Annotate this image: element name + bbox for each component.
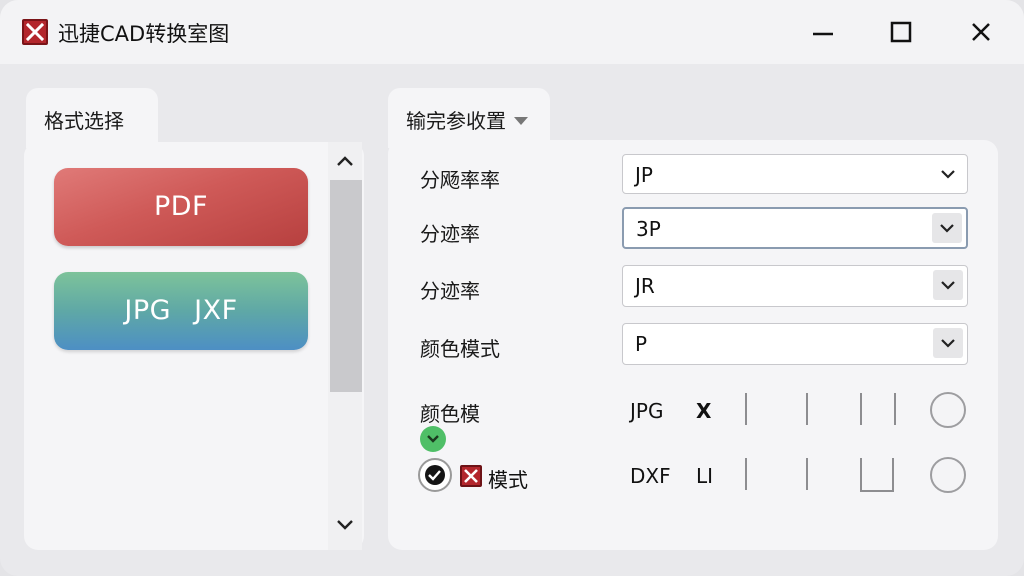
option-2-label: 模式 [488,468,528,492]
caret-down-icon [514,117,528,125]
chevron-down-icon [932,213,962,243]
chevron-up-icon [337,156,353,166]
format-jpg-jxf-button[interactable]: JPG JXF [54,272,308,350]
check-icon [428,470,441,481]
field-label-3: 分迹率 [420,279,480,303]
expand-options-button[interactable] [420,426,446,452]
divider [894,393,896,425]
divider [745,458,747,490]
format-pdf-button[interactable]: PDF [54,168,308,246]
field-select-3[interactable]: JR [622,265,968,307]
chevron-down-icon [933,270,963,300]
divider [860,393,862,425]
app-window: 迅捷CAD转换室图 格式选择 PDF JPG JXF 输完参收置 分飏率率 JP… [0,0,1024,576]
scroll-down-button[interactable] [333,514,357,536]
close-icon [972,23,990,41]
option-2-format: DXF [630,464,671,488]
option-1-radio[interactable] [930,392,966,428]
chevron-down-icon [933,328,963,358]
chevron-down-icon [337,520,353,530]
field-select-1[interactable]: JP [622,154,968,194]
field-select-2-value: 3P [636,217,661,241]
option-2-mark: LI [696,464,714,488]
app-logo-icon [460,465,482,487]
tab-output-settings[interactable]: 输完参收置 [388,88,550,148]
field-select-4-value: P [635,332,648,356]
maximize-button[interactable] [884,16,918,48]
option-2-check-radio[interactable] [418,458,452,492]
tab-output-settings-label: 输完参收置 [406,109,506,133]
minimize-button[interactable] [806,16,840,48]
options-label: 颜色模 [420,402,480,426]
option-1-format: JPG [630,399,664,423]
field-select-3-value: JR [635,274,655,298]
chevron-down-icon [427,435,439,443]
field-label-1: 分飏率率 [420,168,500,192]
close-button[interactable] [964,16,998,48]
minimize-icon [813,32,833,36]
divider [806,458,808,490]
tab-format-select-label: 格式选择 [44,109,124,133]
field-label-2: 分迹率 [420,222,480,246]
app-logo-icon [22,19,48,45]
divider [745,393,747,425]
field-label-4: 颜色模式 [420,337,500,361]
chevron-down-icon [933,159,963,189]
divider [860,458,894,492]
maximize-icon [890,21,912,43]
scroll-up-button[interactable] [333,150,357,172]
divider [806,393,808,425]
field-select-4[interactable]: P [622,323,968,365]
title-bar[interactable]: 迅捷CAD转换室图 [0,0,1024,64]
tab-format-select[interactable]: 格式选择 [26,88,158,148]
field-select-2[interactable]: 3P [622,207,968,249]
scrollbar-thumb[interactable] [330,180,362,392]
option-2-radio[interactable] [930,457,966,493]
field-select-1-value: JP [635,163,653,187]
window-title: 迅捷CAD转换室图 [58,22,230,46]
option-1-mark: X [696,399,712,423]
